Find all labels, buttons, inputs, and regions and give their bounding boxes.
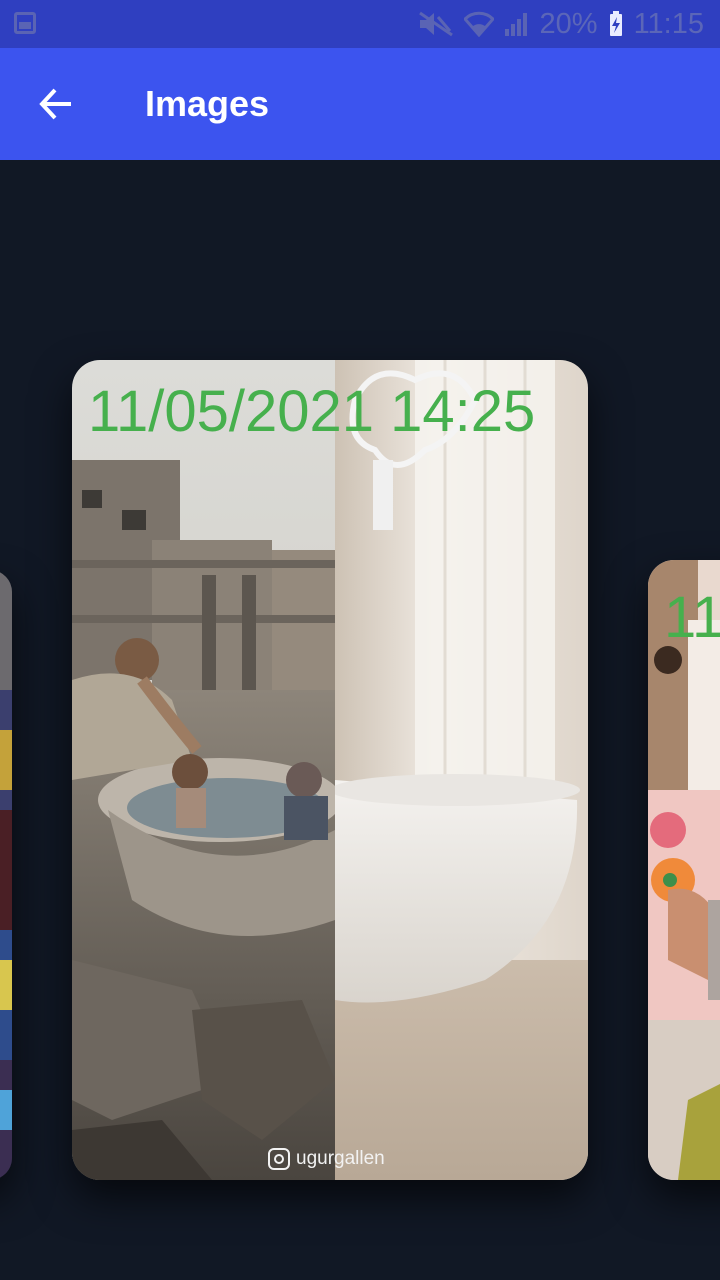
image-carousel[interactable]: 11/05/2021 14:25 ugurgallen 11 bbox=[0, 160, 720, 1280]
next-photo bbox=[648, 560, 720, 1180]
watermark: ugurgallen bbox=[268, 1148, 385, 1170]
next-image-card[interactable]: 11 bbox=[648, 560, 720, 1180]
photo-left-half bbox=[72, 360, 335, 1180]
wifi-icon bbox=[463, 11, 494, 37]
page-title: Images bbox=[145, 83, 270, 124]
current-image-card[interactable]: 11/05/2021 14:25 ugurgallen bbox=[72, 360, 588, 1180]
image-timestamp: 11/05/2021 14:25 bbox=[88, 379, 536, 444]
signal-icon bbox=[504, 13, 527, 36]
status-icons: 20% 11:15 bbox=[418, 5, 704, 43]
instagram-icon bbox=[268, 1148, 290, 1170]
next-image-timestamp: 11 bbox=[664, 585, 720, 650]
clock: 11:15 bbox=[633, 8, 704, 40]
arrow-back-icon bbox=[39, 88, 71, 120]
status-bar: 20% 11:15 bbox=[0, 0, 720, 48]
battery-percent: 20% bbox=[539, 8, 598, 40]
previous-image-card[interactable] bbox=[0, 570, 12, 1180]
battery-charging-icon bbox=[609, 11, 622, 36]
previous-photo bbox=[0, 570, 12, 1180]
app-bar: Images bbox=[0, 48, 720, 160]
photo-right-half bbox=[335, 360, 588, 1180]
back-button[interactable] bbox=[26, 76, 86, 132]
watermark-text: ugurgallen bbox=[296, 1148, 385, 1169]
gallery-icon bbox=[14, 12, 36, 34]
mute-icon bbox=[418, 11, 453, 37]
